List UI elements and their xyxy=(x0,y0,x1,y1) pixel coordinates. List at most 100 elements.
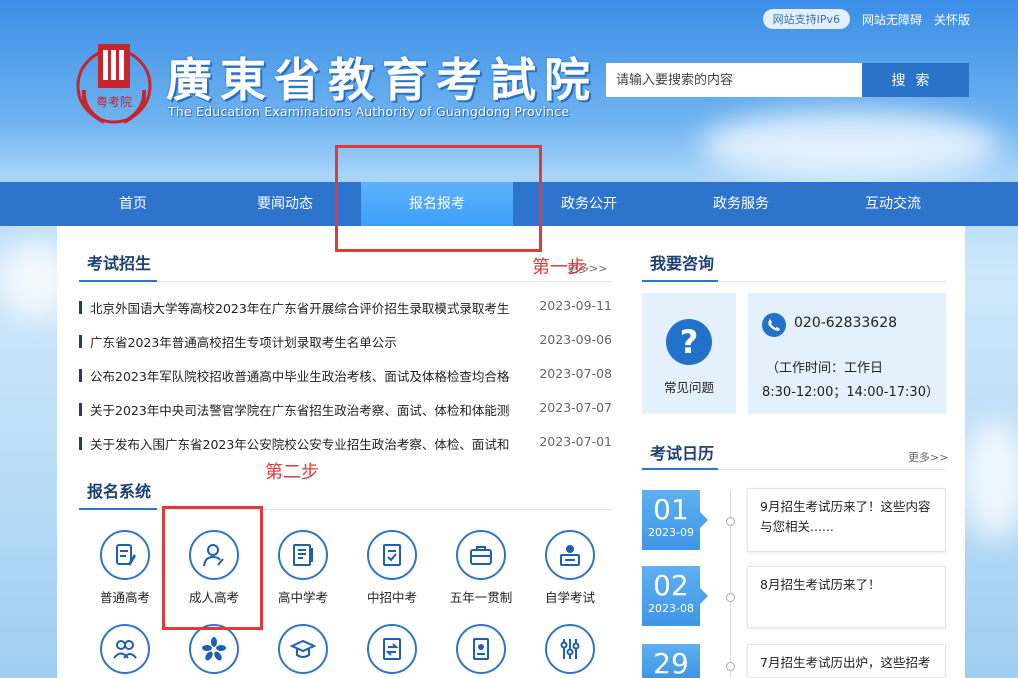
news-date: 2023-09-06 xyxy=(539,332,612,347)
annotation-step2: 第二步 xyxy=(265,462,319,483)
news-date: 2023-07-08 xyxy=(539,366,612,381)
exam-enrollment-title[interactable]: 考试招生 xyxy=(87,250,151,274)
phone-icon xyxy=(762,313,786,337)
care-mode-link[interactable]: 关怀版 xyxy=(934,11,970,28)
registration-system-title[interactable]: 报名系统 xyxy=(87,478,151,502)
accessibility-link[interactable]: 网站无障碍 xyxy=(862,11,922,28)
search-button[interactable]: 搜索 xyxy=(862,63,969,97)
site-subtitle: The Education Examinations Authority of … xyxy=(168,104,570,119)
system-item-row2[interactable] xyxy=(80,624,170,674)
annotation-step1: 第一步 xyxy=(532,257,586,278)
calendar-day: 02 xyxy=(653,569,689,602)
bullet-bar xyxy=(79,301,82,314)
news-date: 2023-07-07 xyxy=(539,400,612,415)
phone-card: 020-62833628 （工作时间：工作日 8:30-12:00；14:00-… xyxy=(748,293,946,414)
logo-seal-text: 粤考院 xyxy=(96,94,132,109)
nav-item-gov-service[interactable]: 政务服务 xyxy=(665,182,817,226)
news-title[interactable]: 关于2023年中央司法警官学院在广东省招生政治考察、面试、体检和体能测... xyxy=(90,400,510,419)
logo-emblem-icon: 粤考院 xyxy=(76,44,152,124)
people-group-icon xyxy=(100,624,150,674)
timeline-dot xyxy=(726,517,735,526)
document-icon xyxy=(367,530,417,580)
top-links: 网站支持IPv6 网站无障碍 关怀版 xyxy=(762,9,970,29)
site-title[interactable]: 廣東省教育考試院 xyxy=(166,44,598,110)
news-item[interactable]: 广东省2023年普通高校招生专项计划录取考生名单公示 2023-09-06 xyxy=(79,332,612,352)
system-item-row2[interactable] xyxy=(347,624,437,674)
calendar-entry[interactable]: 8月招生考试历来了！ xyxy=(747,566,946,628)
section-title-underline xyxy=(642,468,718,470)
bullet-bar xyxy=(79,437,82,450)
system-label: 自学考试 xyxy=(544,590,595,605)
faq-label: 常见问题 xyxy=(663,380,714,395)
section-title-underline xyxy=(642,280,718,282)
news-title[interactable]: 关于发布入围广东省2023年公安院校公安专业招生政治考察、体检、面试和... xyxy=(90,434,510,453)
timeline-dot xyxy=(726,593,735,602)
system-item-row2[interactable] xyxy=(525,624,615,674)
section-title-underline xyxy=(79,508,157,510)
consult-title[interactable]: 我要咨询 xyxy=(650,250,714,274)
system-item-row2[interactable] xyxy=(258,624,348,674)
calendar-year-month: 2023-09 xyxy=(648,526,694,539)
system-zhongkao[interactable]: 中招中考 xyxy=(347,530,437,606)
calendar-day: 01 xyxy=(653,493,689,526)
exam-paper-icon xyxy=(100,530,150,580)
section-title-underline xyxy=(79,280,157,282)
system-self-study[interactable]: 自学考试 xyxy=(525,530,615,606)
badge-arrow xyxy=(700,512,708,528)
news-item[interactable]: 北京外国语大学等高校2023年在广东省开展综合评价招生录取模式录取考生... 2… xyxy=(79,298,612,318)
news-date: 2023-09-11 xyxy=(539,298,612,313)
system-five-year[interactable]: 五年一贯制 xyxy=(436,530,526,606)
annotation-box-step2 xyxy=(162,506,263,630)
question-icon: ? xyxy=(666,319,712,365)
calendar-date-badge: 02 2023-08 xyxy=(642,566,708,626)
news-title[interactable]: 公布2023年军队院校招收普通高中毕业生政治考核、面试及体格检查均合格... xyxy=(90,366,510,385)
calendar-day: 29 xyxy=(653,647,689,678)
news-date: 2023-07-01 xyxy=(539,434,612,449)
calendar-date-badge: 29 xyxy=(642,644,700,678)
calendar-title[interactable]: 考试日历 xyxy=(650,440,714,464)
news-item[interactable]: 公布2023年军队院校招收普通高中毕业生政治考核、面试及体格检查均合格... 2… xyxy=(79,366,612,386)
right-panel: 我要咨询 ? 常见问题 020-62833628 （工作时间：工作日 8:30-… xyxy=(631,226,965,678)
self-study-icon xyxy=(545,530,595,580)
certificate-icon xyxy=(456,624,506,674)
search-input[interactable] xyxy=(606,63,862,97)
calendar-entry[interactable]: 9月招生考试历来了！这些内容与您相关...... xyxy=(747,488,946,552)
badge-arrow xyxy=(700,588,708,604)
work-hours-label: （工作时间：工作日 xyxy=(766,361,884,376)
news-item[interactable]: 关于发布入围广东省2023年公安院校公安专业招生政治考察、体检、面试和... 2… xyxy=(79,434,612,454)
faq-card[interactable]: ? 常见问题 xyxy=(642,293,736,414)
briefcase-icon xyxy=(456,530,506,580)
ipv6-badge[interactable]: 网站支持IPv6 xyxy=(762,9,850,29)
book-icon xyxy=(278,530,328,580)
nav-item-home[interactable]: 首页 xyxy=(57,182,209,226)
bauhinia-icon xyxy=(189,624,239,674)
timeline-dot xyxy=(726,662,735,671)
settings-sliders-icon xyxy=(545,624,595,674)
bullet-bar xyxy=(79,403,82,416)
left-panel: 考试招生 更多>> 北京外国语大学等高校2023年在广东省开展综合评价招生录取模… xyxy=(57,226,631,678)
system-label: 普通高考 xyxy=(99,590,150,605)
bullet-bar xyxy=(79,369,82,382)
calendar-year-month: 2023-08 xyxy=(648,602,694,615)
news-title[interactable]: 北京外国语大学等高校2023年在广东省开展综合评价招生录取模式录取考生... xyxy=(90,298,510,317)
system-item-row2[interactable] xyxy=(169,624,259,674)
calendar-entry[interactable]: 7月招生考试历出炉，这些招考 xyxy=(747,644,946,678)
system-label: 五年一贯制 xyxy=(449,590,513,605)
system-item-row2[interactable] xyxy=(436,624,526,674)
news-title[interactable]: 广东省2023年普通高校招生专项计划录取考生名单公示 xyxy=(90,332,510,351)
system-label: 高中学考 xyxy=(277,590,328,605)
system-label: 中招中考 xyxy=(366,590,417,605)
news-item[interactable]: 关于2023年中央司法警官学院在广东省招生政治考察、面试、体检和体能测... 2… xyxy=(79,400,612,420)
phone-number[interactable]: 020-62833628 xyxy=(794,315,897,331)
cloud-decoration xyxy=(960,420,1018,540)
system-gaokao[interactable]: 普通高考 xyxy=(80,530,170,606)
graduation-cap-icon xyxy=(278,624,328,674)
work-hours: 8:30-12:00；14:00-17:30） xyxy=(762,385,939,400)
section-divider xyxy=(79,281,612,282)
annotation-box-step1 xyxy=(335,145,542,252)
section-divider xyxy=(79,509,612,510)
calendar-more-link[interactable]: 更多>> xyxy=(908,449,948,465)
transfer-doc-icon xyxy=(367,624,417,674)
system-high-school-test[interactable]: 高中学考 xyxy=(258,530,348,606)
nav-item-interaction[interactable]: 互动交流 xyxy=(817,182,969,226)
